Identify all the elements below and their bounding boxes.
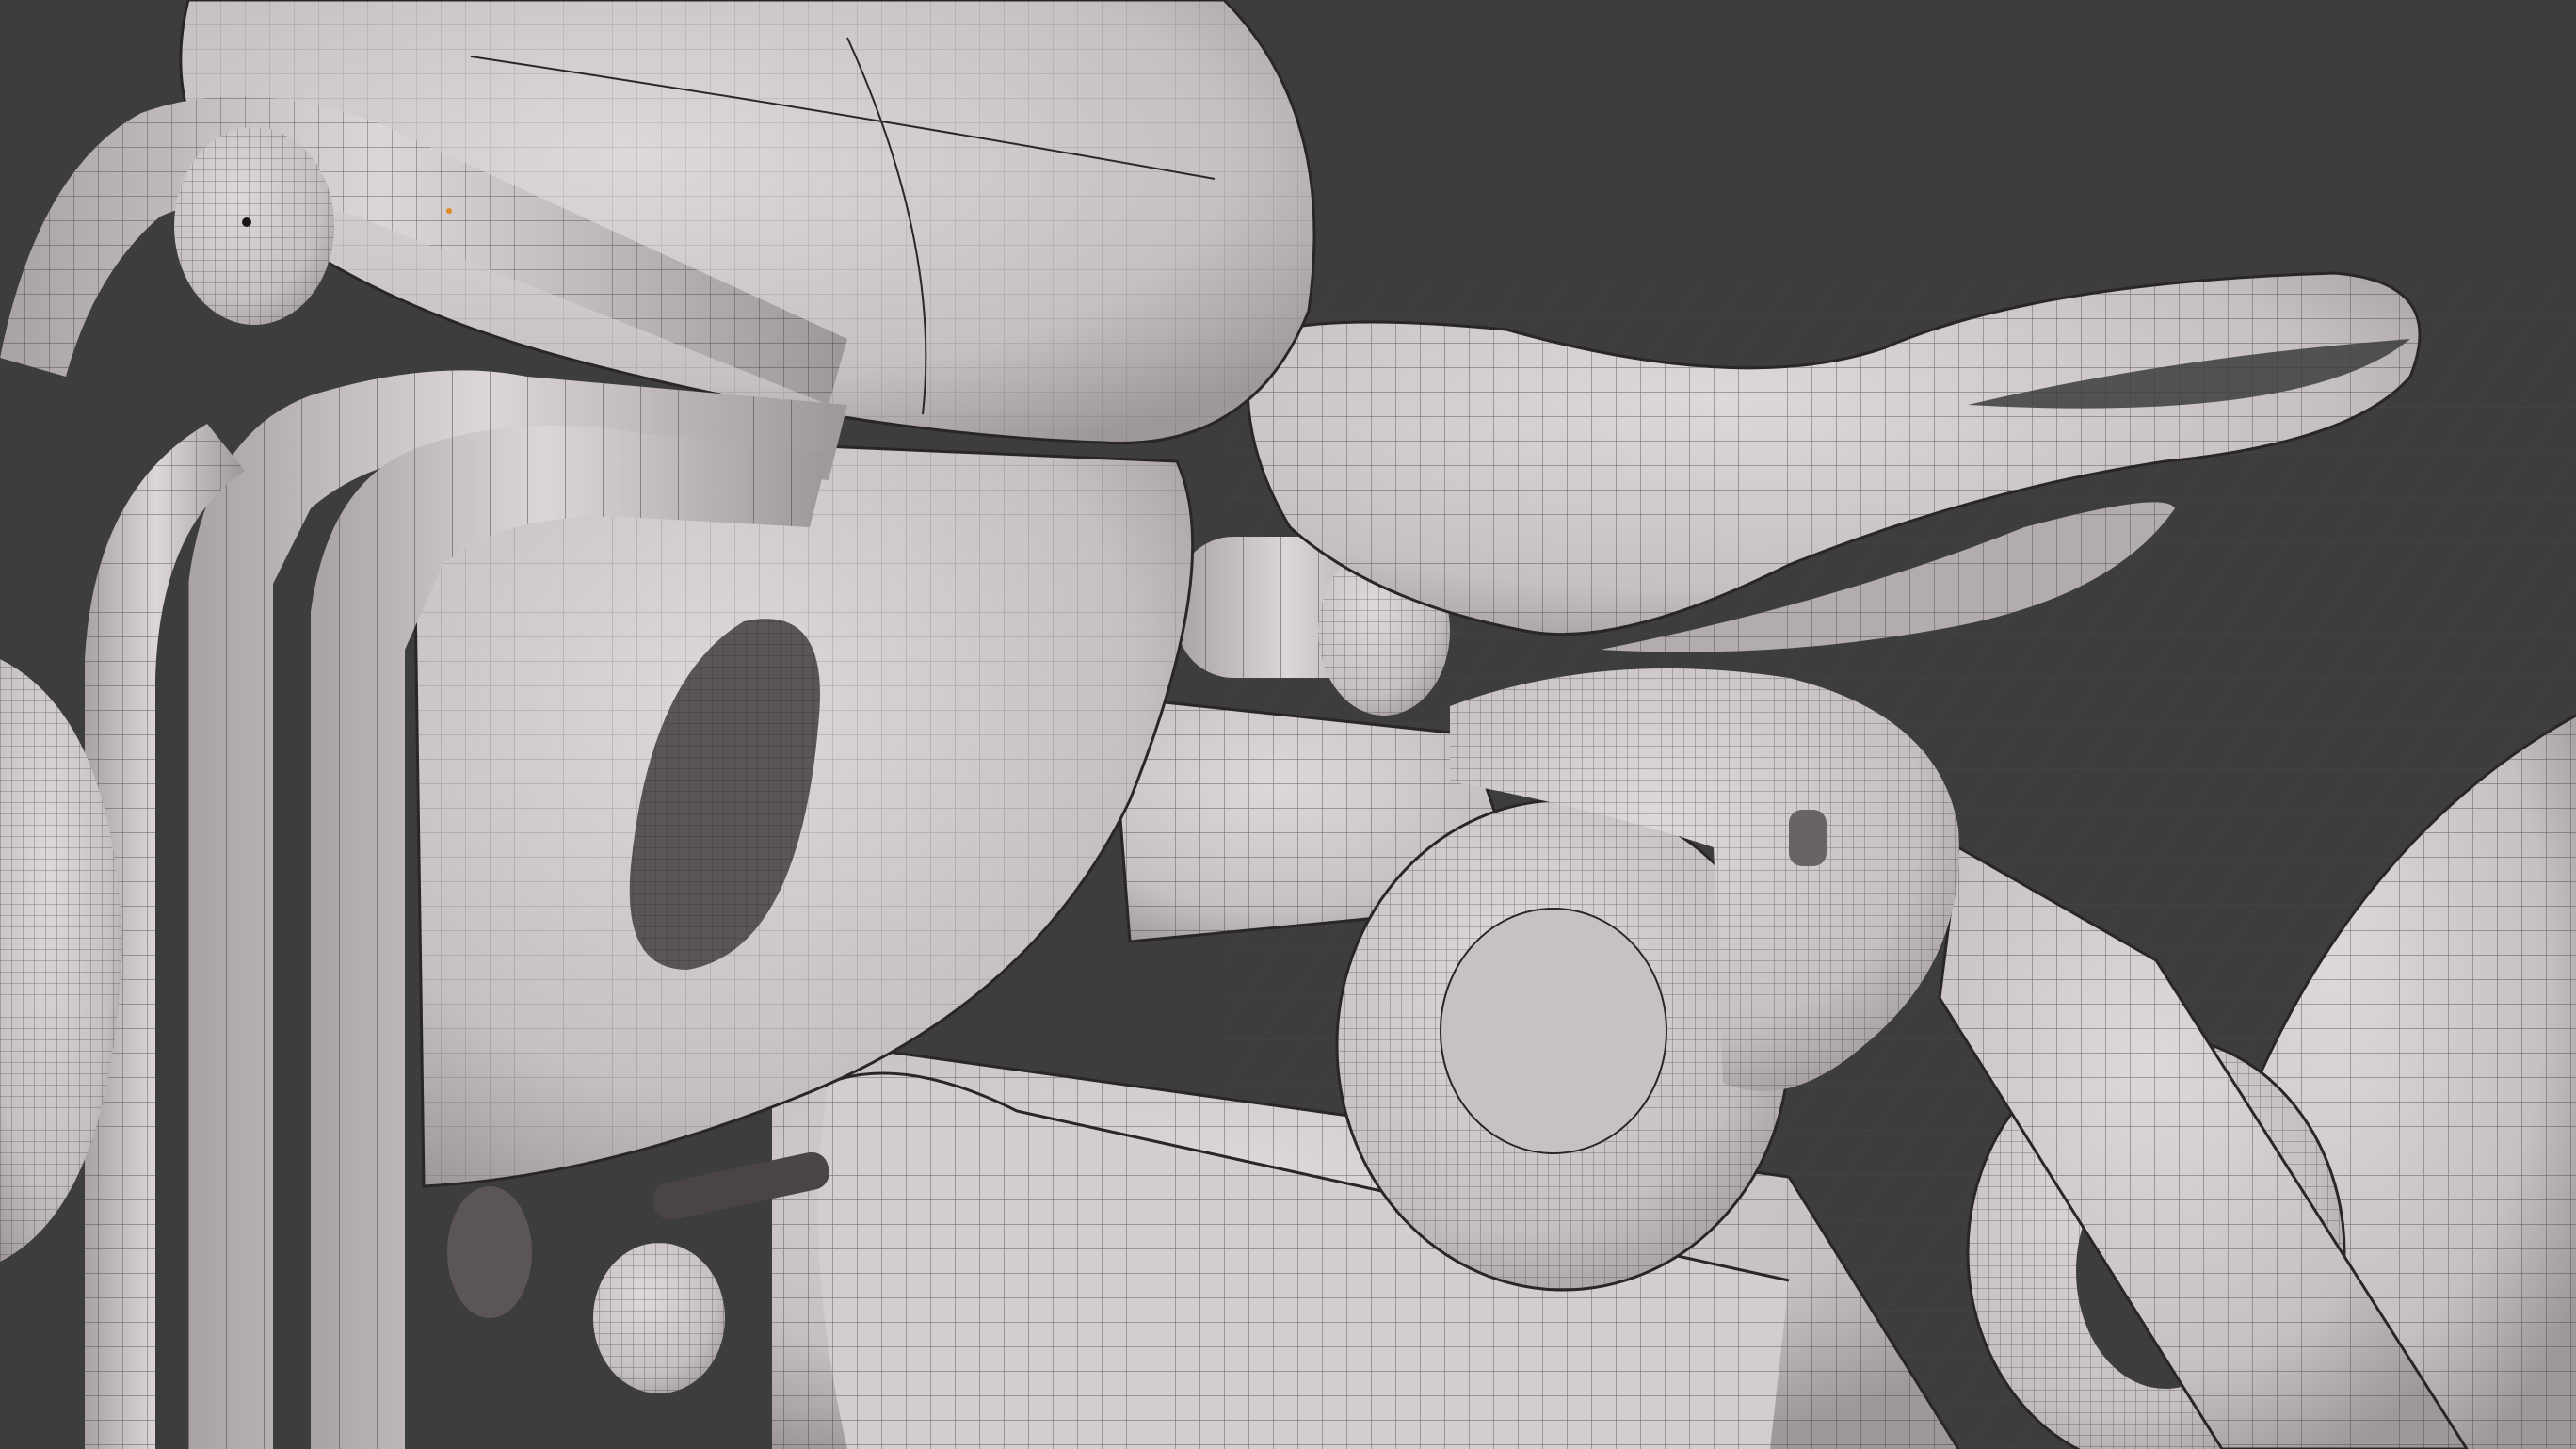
viewport-canvas[interactable] — [0, 0, 2576, 1449]
selected-vertex-marker — [446, 208, 452, 214]
3d-viewport[interactable] — [0, 0, 2576, 1449]
bracket-bolts — [1789, 810, 1827, 866]
frame-end-cap[interactable] — [174, 127, 334, 325]
